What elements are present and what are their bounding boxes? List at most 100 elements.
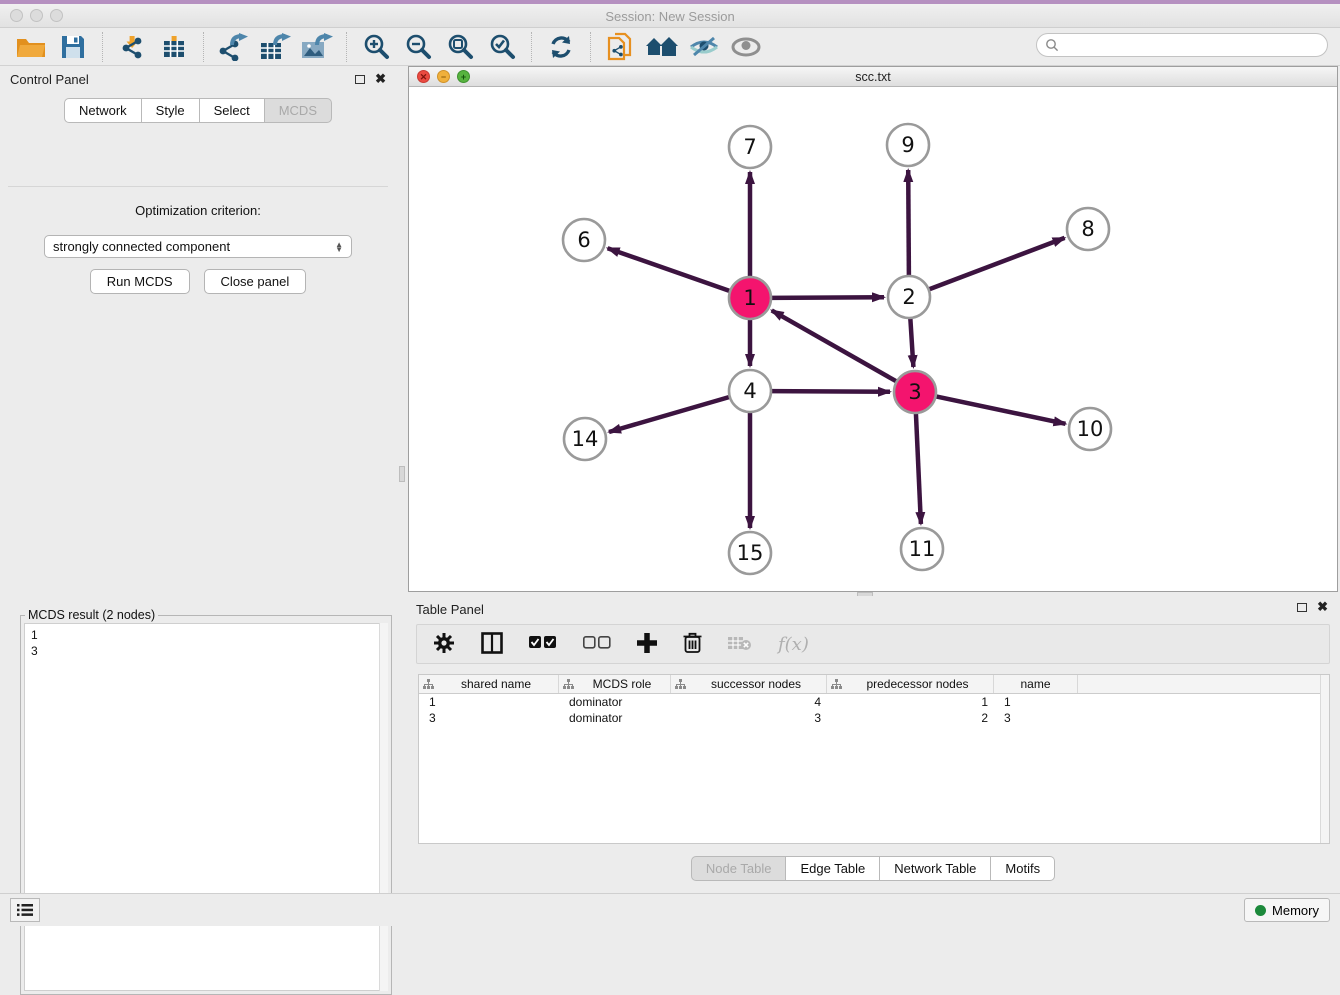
zoom-out-button[interactable] [397,30,439,64]
edge-2-9[interactable] [908,170,909,276]
show-all-button[interactable] [725,30,767,64]
tab-mcds[interactable]: MCDS [265,98,332,123]
cell-r1-MCDS-role[interactable]: dominator [559,710,671,726]
network-canvas[interactable]: 7 9 6 8 1 2 4 3 14 10 15 11 [409,88,1337,591]
eye-icon [731,36,761,58]
cell-r1-successor-nodes[interactable]: 3 [671,710,827,726]
cell-r0-successor-nodes[interactable]: 4 [671,694,827,710]
node-8[interactable]: 8 [1067,208,1109,250]
node-7[interactable]: 7 [729,126,771,168]
edge-3-11[interactable] [916,413,921,524]
split-icon [481,632,503,657]
refresh-icon [548,34,574,60]
memory-button[interactable]: Memory [1244,898,1330,922]
edge-2-3[interactable] [910,318,913,367]
column-header-predecessor-nodes[interactable]: predecessor nodes [827,675,994,693]
table-row: 3dominator323 [419,710,1329,726]
tab-network[interactable]: Network [64,98,142,123]
network-window-title: scc.txt [409,70,1337,84]
column-header-shared-name[interactable]: shared name [419,675,559,693]
list-icon [17,903,33,917]
unselect-all-columns-button[interactable] [583,636,611,652]
node-15[interactable]: 15 [729,532,771,574]
cell-r0-MCDS-role[interactable]: dominator [559,694,671,710]
import-table-button[interactable] [153,30,195,64]
tab-network-table[interactable]: Network Table [880,856,991,881]
node-3[interactable]: 3 [894,371,936,413]
table-scrollbar[interactable] [1320,675,1329,843]
delete-column-button[interactable] [683,632,702,657]
column-header-successor-nodes[interactable]: successor nodes [671,675,827,693]
node-label: 8 [1081,217,1094,241]
edge-1-6[interactable] [608,248,731,291]
dropdown-value: strongly connected component [53,239,335,254]
zoom-fit-button[interactable] [439,30,481,64]
edge-3-1[interactable] [772,310,897,381]
column-header-name[interactable]: name [994,675,1078,693]
column-type-icon [423,679,434,690]
export-network-button[interactable] [212,30,254,64]
run-mcds-button[interactable]: Run MCDS [90,269,190,294]
cell-r1-name[interactable]: 3 [994,710,1078,726]
node-1[interactable]: 1 [729,277,771,319]
select-all-columns-button[interactable] [529,636,557,652]
vertical-splitter[interactable] [398,66,406,593]
tab-select[interactable]: Select [200,98,265,123]
apply-layout-button[interactable] [540,30,582,64]
edge-3-10[interactable] [936,396,1066,424]
search-icon [1045,38,1059,52]
toggle-column-view-button[interactable] [481,632,503,657]
node-2[interactable]: 2 [888,276,930,318]
float-panel-icon[interactable] [355,75,365,84]
edge-2-8[interactable] [929,238,1065,290]
search-input[interactable] [1036,33,1328,57]
zoom-in-button[interactable] [355,30,397,64]
float-table-panel-icon[interactable] [1297,603,1307,612]
node-10[interactable]: 10 [1069,408,1111,450]
column-header-MCDS-role[interactable]: MCDS role [559,675,671,693]
app-titlebar: Session: New Session [0,4,1340,28]
tab-style[interactable]: Style [142,98,200,123]
tab-edge-table[interactable]: Edge Table [786,856,880,881]
node-6[interactable]: 6 [563,219,605,261]
node-11[interactable]: 11 [901,528,943,570]
splitter-grip[interactable] [399,466,405,482]
open-session-button[interactable] [10,30,52,64]
mcds-result-scrollbar[interactable] [379,623,388,991]
first-neighbors-button[interactable] [641,30,683,64]
node-9[interactable]: 9 [887,124,929,166]
cell-r1-predecessor-nodes[interactable]: 2 [827,710,994,726]
network-graph: 7 9 6 8 1 2 4 3 14 10 15 11 [409,88,1337,591]
import-network-button[interactable] [111,30,153,64]
close-panel-icon[interactable]: ✖ [375,74,386,84]
cell-r0-shared-name[interactable]: 1 [419,694,559,710]
table-settings-button[interactable] [433,632,455,657]
export-image-button[interactable] [296,30,338,64]
show-panels-button[interactable] [10,898,40,922]
close-table-panel-icon[interactable]: ✖ [1317,602,1328,612]
new-network-from-selection-button[interactable] [599,30,641,64]
zoom-selected-button[interactable] [481,30,523,64]
save-session-button[interactable] [52,30,94,64]
close-panel-button[interactable]: Close panel [204,269,307,294]
control-panel-title: Control Panel [10,72,355,87]
cell-r0-predecessor-nodes[interactable]: 1 [827,694,994,710]
mcds-result-list[interactable]: 1 3 [24,623,388,991]
edge-1-2[interactable] [771,297,884,298]
export-table-button[interactable] [254,30,296,64]
node-4[interactable]: 4 [729,370,771,412]
edge-4-14[interactable] [609,397,730,432]
node-14[interactable]: 14 [564,418,606,460]
hide-selection-button[interactable] [683,30,725,64]
optimization-criterion-dropdown[interactable]: strongly connected component ▲▼ [44,235,352,258]
edge-4-3[interactable] [771,391,890,392]
node-label: 7 [743,135,756,159]
tab-node-table[interactable]: Node Table [691,856,787,881]
cell-r1-shared-name[interactable]: 3 [419,710,559,726]
create-column-button[interactable] [637,633,657,656]
cell-r0-name[interactable]: 1 [994,694,1078,710]
node-label: 9 [901,133,914,157]
toolbar-separator [203,32,204,62]
tab-motifs[interactable]: Motifs [991,856,1055,881]
mcds-result-legend: MCDS result (2 nodes) [25,608,158,622]
